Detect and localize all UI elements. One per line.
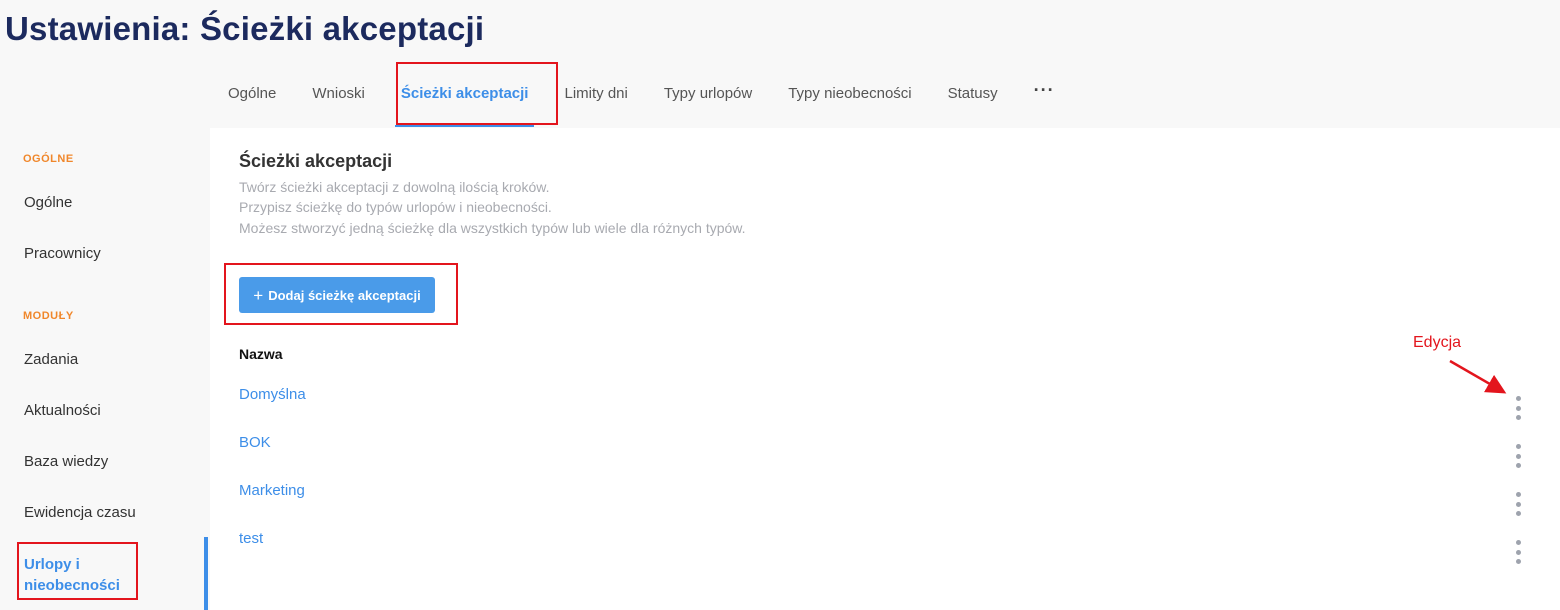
page-title: Ustawienia: Ścieżki akceptacji (5, 10, 485, 47)
sidebar-item-time-tracking[interactable]: Ewidencja czasu (24, 504, 136, 521)
annotation-arrow-icon (1449, 359, 1507, 394)
settings-tabs: Ogólne Wnioski Ścieżki akceptacji Limity… (210, 60, 1073, 127)
sidebar-item-knowledge-base[interactable]: Baza wiedzy (24, 453, 108, 470)
tab-leave-types[interactable]: Typy urlopów (646, 60, 770, 127)
edit-annotation-label: Edycja (1413, 334, 1462, 351)
tab-absence-types[interactable]: Typy nieobecności (770, 60, 929, 127)
approval-path-link[interactable]: BOK (239, 434, 271, 451)
tab-general[interactable]: Ogólne (210, 60, 294, 127)
more-options-icon[interactable] (1510, 395, 1526, 421)
tab-statuses[interactable]: Statusy (930, 60, 1016, 127)
sidebar-active-indicator (204, 537, 208, 610)
approval-paths-panel: Ścieżki akceptacji Twórz ścieżki akcepta… (210, 128, 1560, 610)
approval-path-link[interactable]: Domyślna (239, 386, 306, 403)
column-header-name: Nazwa (239, 346, 283, 362)
sidebar-item-employees[interactable]: Pracownicy (24, 245, 101, 262)
description-line: Przypisz ścieżkę do typów urlopów i nieo… (239, 199, 552, 215)
approval-path-link[interactable]: Marketing (239, 482, 305, 499)
sidebar-item-tasks[interactable]: Zadania (24, 351, 78, 368)
sidebar-section-general: OGÓLNE (23, 153, 74, 165)
add-approval-path-label: Dodaj ścieżkę akceptacji (268, 287, 421, 303)
description-line: Twórz ścieżki akceptacji z dowolną ilośc… (239, 179, 550, 195)
sidebar-item-news[interactable]: Aktualności (24, 402, 101, 419)
tab-day-limits[interactable]: Limity dni (546, 60, 645, 127)
sidebar-item-label: Urlopy i (24, 556, 80, 573)
plus-icon: + (253, 285, 264, 305)
more-tabs-icon[interactable]: ··· (1016, 60, 1073, 127)
more-options-icon[interactable] (1510, 443, 1526, 469)
sidebar-section-modules: MODUŁY (23, 310, 74, 322)
more-options-icon[interactable] (1510, 539, 1526, 565)
section-title: Ścieżki akceptacji (239, 151, 393, 171)
add-approval-path-button[interactable]: + Dodaj ścieżkę akceptacji (239, 277, 435, 313)
sidebar-item-general[interactable]: Ogólne (24, 194, 72, 211)
sidebar-item-leaves-absences[interactable]: Urlopy i nieobecności (24, 554, 120, 596)
description-line: Możesz stworzyć jedną ścieżkę dla wszyst… (239, 220, 746, 236)
sidebar-item-label: nieobecności (24, 577, 120, 594)
tab-approval-paths[interactable]: Ścieżki akceptacji (383, 60, 547, 127)
tab-requests[interactable]: Wnioski (294, 60, 383, 127)
approval-path-link[interactable]: test (239, 530, 263, 547)
more-options-icon[interactable] (1510, 491, 1526, 517)
